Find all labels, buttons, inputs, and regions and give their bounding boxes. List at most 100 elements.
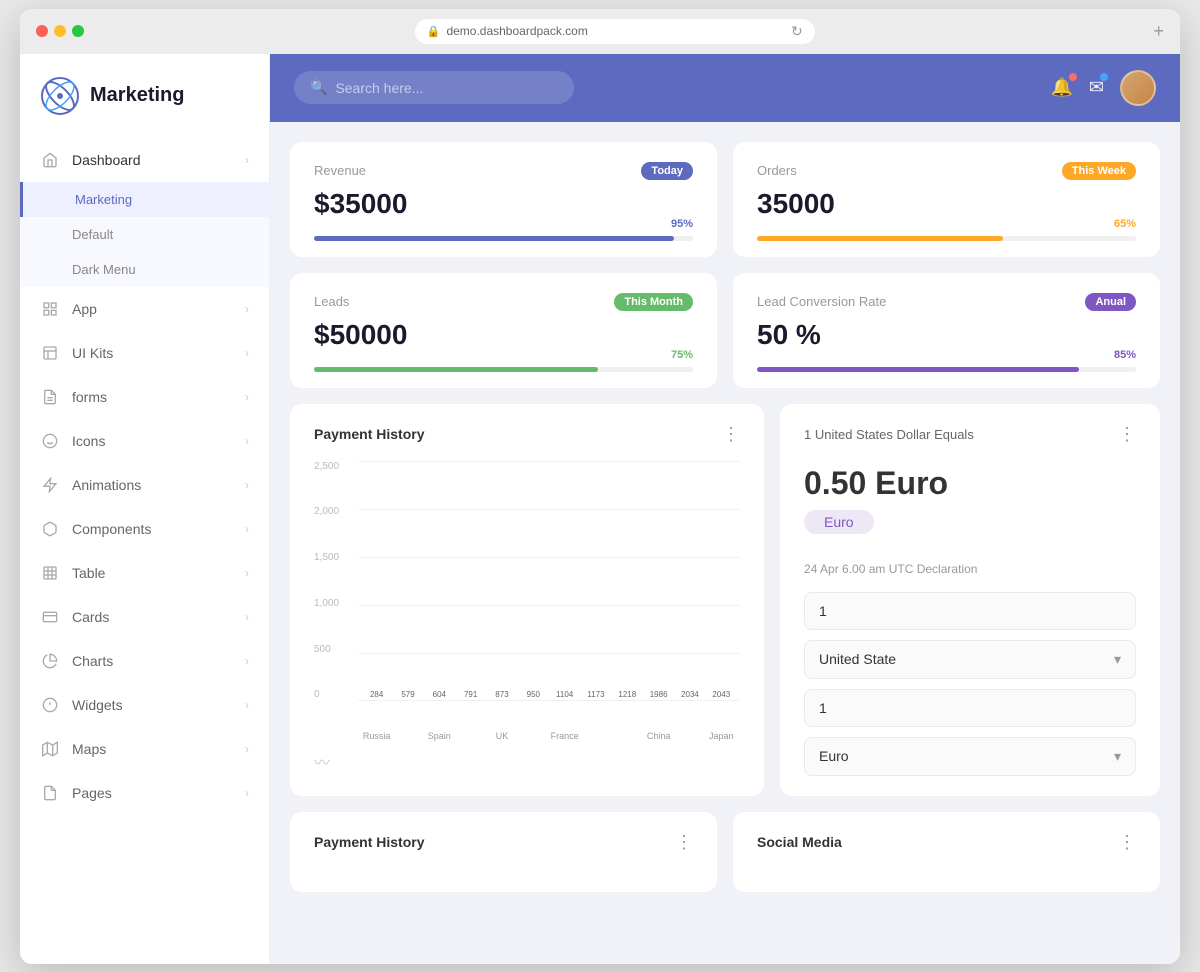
- maximize-button[interactable]: [72, 25, 84, 37]
- chevron-icon: ›: [245, 153, 249, 167]
- dashboard-content: Revenue Today $35000 95% Orders: [270, 122, 1180, 964]
- subitem-default[interactable]: Default: [20, 217, 269, 252]
- sidebar-label-pages: Pages: [72, 785, 112, 801]
- new-tab-button[interactable]: +: [1153, 21, 1164, 42]
- orders-progress-fill: [757, 236, 1003, 241]
- leads-label: Leads: [314, 294, 349, 309]
- bar-value-china1: 1218: [618, 690, 636, 699]
- revenue-progress-label: 95%: [671, 218, 693, 230]
- chevron-icon-cards: ›: [245, 610, 249, 624]
- subitem-marketing[interactable]: Marketing: [20, 182, 269, 217]
- chevron-icon-app: ›: [245, 302, 249, 316]
- browser-chrome: 🔒 demo.dashboardpack.com ↻ +: [20, 9, 1180, 54]
- sidebar-item-components[interactable]: Components ›: [20, 507, 269, 551]
- search-icon: 🔍: [310, 79, 327, 96]
- sidebar-item-widgets[interactable]: Widgets ›: [20, 683, 269, 727]
- notification-bell-icon[interactable]: 🔔: [1050, 77, 1072, 98]
- close-button[interactable]: [36, 25, 48, 37]
- lead-conversion-badge: Anual: [1085, 293, 1136, 311]
- minimize-button[interactable]: [54, 25, 66, 37]
- revenue-progress-bar: 95%: [314, 236, 693, 241]
- layout-icon: [40, 343, 60, 363]
- x-label-spain1: [393, 731, 422, 741]
- chevron-icon-animations: ›: [245, 478, 249, 492]
- from-amount-input[interactable]: [804, 592, 1136, 630]
- to-currency-label: Euro: [819, 748, 849, 764]
- to-currency-select[interactable]: Euro ▾: [804, 737, 1136, 776]
- from-currency-select[interactable]: United State ▾: [804, 640, 1136, 679]
- topbar: 🔍 🔔 ✉: [270, 54, 1180, 122]
- sidebar-label-animations: Animations: [72, 477, 141, 493]
- y-label-1000: 1,000: [314, 598, 356, 609]
- payment-history-title: Payment History: [314, 426, 424, 442]
- topbar-actions: 🔔 ✉: [1050, 70, 1156, 106]
- mail-icon[interactable]: ✉: [1089, 77, 1104, 98]
- bar-value-russia: 284: [370, 690, 383, 699]
- x-label-japan1: [675, 731, 704, 741]
- sidebar-label-forms: forms: [72, 389, 107, 405]
- chevron-icon-components: ›: [245, 522, 249, 536]
- cards-icon: [40, 607, 60, 627]
- sidebar-label-dashboard: Dashboard: [72, 152, 141, 168]
- x-label-france3: [581, 731, 610, 741]
- orders-badge: This Week: [1062, 162, 1136, 180]
- sidebar-item-app[interactable]: App ›: [20, 287, 269, 331]
- mail-badge: [1100, 73, 1108, 81]
- x-label-uk2: UK: [487, 731, 516, 741]
- search-box[interactable]: 🔍: [294, 71, 574, 104]
- sidebar-label-components: Components: [72, 521, 151, 537]
- pie-chart-icon: [40, 651, 60, 671]
- sidebar-item-cards[interactable]: Cards ›: [20, 595, 269, 639]
- bar-value-uk1: 791: [464, 690, 477, 699]
- payment-history-menu[interactable]: ⋮: [722, 424, 740, 445]
- sidebar-item-pages[interactable]: Pages ›: [20, 771, 269, 815]
- sidebar-label-charts: Charts: [72, 653, 113, 669]
- currency-menu[interactable]: ⋮: [1118, 424, 1136, 445]
- grid-area: 284 579 604: [358, 461, 740, 701]
- currency-form: United State ▾ Euro ▾: [804, 592, 1136, 776]
- currency-date: 24 Apr 6.00 am UTC Declaration: [804, 562, 1136, 576]
- user-avatar[interactable]: [1120, 70, 1156, 106]
- dashboard-submenu: Marketing Default Dark Menu: [20, 182, 269, 287]
- refresh-button[interactable]: ↻: [791, 23, 803, 40]
- lead-conversion-progress-fill: [757, 367, 1079, 372]
- bottom-social-media-menu[interactable]: ⋮: [1118, 832, 1136, 853]
- bottom-payment-history-title: Payment History: [314, 834, 424, 850]
- subitem-dark-menu[interactable]: Dark Menu: [20, 252, 269, 287]
- bottom-payment-history-menu[interactable]: ⋮: [675, 832, 693, 853]
- orders-value: 35000: [757, 188, 1136, 220]
- bottom-social-media-card: Social Media ⋮: [733, 812, 1160, 892]
- lead-conversion-label: Lead Conversion Rate: [757, 294, 886, 309]
- revenue-label: Revenue: [314, 163, 366, 178]
- orders-label: Orders: [757, 163, 797, 178]
- sidebar-item-charts[interactable]: Charts ›: [20, 639, 269, 683]
- lead-conversion-progress-label: 85%: [1114, 349, 1136, 361]
- sidebar-item-dashboard[interactable]: Dashboard ›: [20, 138, 269, 182]
- lead-conversion-value: 50 %: [757, 319, 1136, 351]
- search-input[interactable]: [335, 80, 558, 96]
- sidebar-item-forms[interactable]: forms ›: [20, 375, 269, 419]
- sidebar-label-icons: Icons: [72, 433, 105, 449]
- bar-chart: 2,500 2,000 1,500 1,000 500 0: [314, 461, 740, 741]
- to-amount-input[interactable]: [804, 689, 1136, 727]
- x-label-russia: Russia: [362, 731, 391, 741]
- sidebar-label-app: App: [72, 301, 97, 317]
- y-label-500: 500: [314, 644, 356, 655]
- sidebar-item-table[interactable]: Table ›: [20, 551, 269, 595]
- y-label-0: 0: [314, 689, 356, 700]
- orders-progress-label: 65%: [1114, 218, 1136, 230]
- bottom-payment-history-card: Payment History ⋮: [290, 812, 717, 892]
- sidebar-item-animations[interactable]: Animations ›: [20, 463, 269, 507]
- leads-progress-fill: [314, 367, 598, 372]
- sidebar-item-maps[interactable]: Maps ›: [20, 727, 269, 771]
- x-label-uk1: [456, 731, 485, 741]
- bar-value-spain1: 579: [401, 690, 414, 699]
- sidebar-item-ui-kits[interactable]: UI Kits ›: [20, 331, 269, 375]
- url-bar[interactable]: 🔒 demo.dashboardpack.com ↻: [415, 19, 815, 44]
- y-label-1500: 1,500: [314, 552, 356, 563]
- home-icon: [40, 150, 60, 170]
- sidebar-label-table: Table: [72, 565, 105, 581]
- chevron-icon-ui-kits: ›: [245, 346, 249, 360]
- sidebar-item-icons[interactable]: Icons ›: [20, 419, 269, 463]
- revenue-badge: Today: [641, 162, 693, 180]
